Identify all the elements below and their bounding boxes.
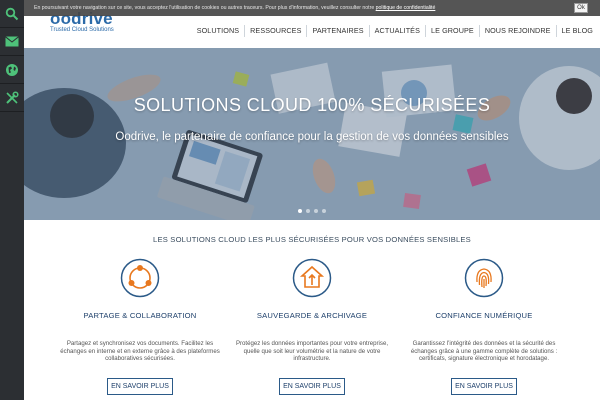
cookie-text: En poursuivant votre navigation sur ce s…: [34, 5, 435, 11]
sidebar-search-button[interactable]: [0, 0, 24, 28]
cookie-message: En poursuivant votre navigation sur ce s…: [34, 5, 376, 11]
logo-tagline: Trusted Cloud Solutions: [50, 27, 114, 33]
slider-dot[interactable]: [314, 209, 318, 213]
nav-actualites[interactable]: ACTUALITÉS: [368, 25, 425, 37]
privacy-policy-link[interactable]: politique de confidentialité: [376, 5, 436, 11]
slider-dot[interactable]: [298, 209, 302, 213]
solutions-heading: LES SOLUTIONS CLOUD LES PLUS SÉCURISÉES …: [153, 235, 471, 244]
nav-le-groupe[interactable]: LE GROUPE: [424, 25, 479, 37]
solution-title: CONFIANCE NUMÉRIQUE: [435, 311, 533, 320]
nav-partenaires[interactable]: PARTENAIRES: [306, 25, 368, 37]
tools-icon: [6, 90, 19, 104]
nav-nous-rejoindre[interactable]: NOUS REJOINDRE: [478, 25, 556, 37]
sidebar-support-button[interactable]: [0, 84, 24, 112]
backup-icon: [292, 258, 332, 298]
slider-dot[interactable]: [306, 209, 310, 213]
sidebar-contact-button[interactable]: [0, 28, 24, 56]
search-icon: [5, 7, 19, 20]
solution-description: Protégez les données importantes pour vo…: [235, 340, 389, 363]
site-header: oodrive Trusted Cloud Solutions SOLUTION…: [24, 10, 600, 48]
cookie-banner: En poursuivant votre navigation sur ce s…: [24, 0, 600, 16]
solution-card-trust: CONFIANCE NUMÉRIQUE Garantissez l'intégr…: [396, 258, 572, 395]
left-social-sidebar: [0, 0, 24, 400]
collaboration-more-button[interactable]: EN SAVOIR PLUS: [107, 378, 173, 395]
solution-description: Garantissez l'intégrité des données et l…: [410, 340, 558, 363]
cookie-ok-button[interactable]: Ok: [574, 3, 588, 13]
globe-icon: [6, 63, 18, 76]
mail-icon: [5, 36, 19, 47]
sidebar-language-button[interactable]: [0, 56, 24, 84]
collaboration-icon: [120, 258, 160, 298]
solution-title: PARTAGE & COLLABORATION: [83, 311, 197, 320]
solution-title: SAUVEGARDE & ARCHIVAGE: [256, 311, 368, 320]
slider-dot[interactable]: [322, 209, 326, 213]
solution-description: Partagez et synchronisez vos documents. …: [60, 340, 220, 363]
nav-ressources[interactable]: RESSOURCES: [244, 25, 306, 37]
trust-more-button[interactable]: EN SAVOIR PLUS: [451, 378, 517, 395]
solution-card-collaboration: PARTAGE & COLLABORATION Partagez et sync…: [52, 258, 228, 395]
fingerprint-icon: [464, 258, 504, 298]
main-nav: SOLUTIONS RESSOURCES PARTENAIRES ACTUALI…: [192, 25, 598, 37]
hero-subtitle: Oodrive, le partenaire de confiance pour…: [115, 131, 509, 143]
solution-card-backup: SAUVEGARDE & ARCHIVAGE Protégez les donn…: [224, 258, 400, 395]
backup-more-button[interactable]: EN SAVOIR PLUS: [279, 378, 345, 395]
slider-pagination: [24, 209, 600, 213]
nav-solutions[interactable]: SOLUTIONS: [192, 25, 244, 37]
hero-title: SOLUTIONS CLOUD 100% SÉCURISÉES: [133, 95, 491, 115]
nav-le-blog[interactable]: LE BLOG: [555, 25, 598, 37]
hero-slider[interactable]: SOLUTIONS CLOUD 100% SÉCURISÉES Oodrive,…: [24, 48, 600, 220]
